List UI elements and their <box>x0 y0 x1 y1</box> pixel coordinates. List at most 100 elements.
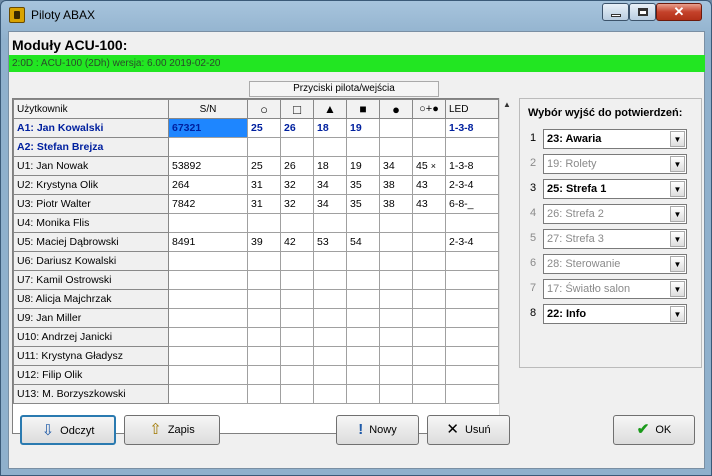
cell-led[interactable]: 6-8-_ <box>445 194 499 214</box>
col-header-triangle-icon[interactable]: ▲ <box>313 99 347 119</box>
ok-button[interactable]: ✔ OK <box>613 415 695 445</box>
cell-b1[interactable] <box>247 251 281 271</box>
cell-b5[interactable]: 34 <box>379 156 413 176</box>
cell-b2[interactable] <box>280 308 314 328</box>
cell-b3[interactable] <box>313 308 347 328</box>
cell-led[interactable] <box>445 384 499 404</box>
cell-b2[interactable] <box>280 213 314 233</box>
cell-b3[interactable] <box>313 365 347 385</box>
cell-led[interactable]: 1-3-8 <box>445 156 499 176</box>
cell-led[interactable] <box>445 327 499 347</box>
cell-b4[interactable]: 35 <box>346 194 380 214</box>
scroll-up-icon[interactable]: ▲ <box>502 100 512 110</box>
cell-user[interactable]: U3: Piotr Walter <box>13 194 169 214</box>
chevron-down-icon[interactable]: ▼ <box>670 231 685 247</box>
cell-b4[interactable]: 35 <box>346 175 380 195</box>
cell-led[interactable]: 1-3-8 <box>445 118 499 138</box>
table-row[interactable]: U12: Filip Olik <box>13 365 499 385</box>
cell-b2[interactable]: 32 <box>280 194 314 214</box>
cell-b4[interactable] <box>346 308 380 328</box>
cell-b6[interactable] <box>412 232 446 252</box>
cell-b3[interactable] <box>313 270 347 290</box>
col-header-circle-icon[interactable]: ○ <box>247 99 281 119</box>
cell-sn[interactable] <box>168 365 248 385</box>
cell-b1[interactable] <box>247 365 281 385</box>
col-header-sn[interactable]: S/N <box>168 99 248 119</box>
cell-b1[interactable] <box>247 270 281 290</box>
cell-sn[interactable]: 264 <box>168 175 248 195</box>
cell-b2[interactable] <box>280 137 314 157</box>
table-row[interactable]: U1: Jan Nowak 53892 25 26 18 19 34 45 × 1-3-8 <box>13 156 499 176</box>
cell-led[interactable]: 2-3-4 <box>445 232 499 252</box>
cell-b6[interactable] <box>412 213 446 233</box>
cell-user[interactable]: U2: Krystyna Olik <box>13 175 169 195</box>
table-row[interactable]: U6: Dariusz Kowalski <box>13 251 499 271</box>
cell-sn[interactable] <box>168 327 248 347</box>
cell-b5[interactable] <box>379 327 413 347</box>
cell-b1[interactable]: 25 <box>247 118 281 138</box>
table-row[interactable]: U13: M. Borzyszkowski <box>13 384 499 404</box>
cell-user[interactable]: U4: Monika Flis <box>13 213 169 233</box>
cell-sn[interactable] <box>168 270 248 290</box>
cell-led[interactable] <box>445 308 499 328</box>
cell-b3[interactable]: 18 <box>313 118 347 138</box>
cell-led[interactable] <box>445 365 499 385</box>
cell-user[interactable]: U8: Alicja Majchrzak <box>13 289 169 309</box>
cell-user[interactable]: U10: Andrzej Janicki <box>13 327 169 347</box>
cell-b4[interactable] <box>346 327 380 347</box>
cell-sn[interactable] <box>168 308 248 328</box>
cell-b5[interactable] <box>379 346 413 366</box>
cell-b2[interactable] <box>280 289 314 309</box>
cell-led[interactable] <box>445 289 499 309</box>
cell-b1[interactable] <box>247 346 281 366</box>
cell-b4[interactable]: 19 <box>346 156 380 176</box>
cell-user[interactable]: U11: Krystyna Gładysz <box>13 346 169 366</box>
cell-sn[interactable] <box>168 289 248 309</box>
cell-b6[interactable] <box>412 327 446 347</box>
cell-sn[interactable] <box>168 346 248 366</box>
cell-sn[interactable]: 67321 <box>168 118 248 138</box>
output-select[interactable]: 26: Strefa 2 ▼ <box>543 204 687 224</box>
cell-b2[interactable] <box>280 270 314 290</box>
cell-b5[interactable] <box>379 289 413 309</box>
chevron-down-icon[interactable]: ▼ <box>670 156 685 172</box>
cell-b3[interactable] <box>313 346 347 366</box>
output-select[interactable]: 23: Awaria ▼ <box>543 129 687 149</box>
cell-b1[interactable] <box>247 213 281 233</box>
cell-b6[interactable] <box>412 251 446 271</box>
cell-b5[interactable] <box>379 137 413 157</box>
col-header-filled-square-icon[interactable]: ■ <box>346 99 380 119</box>
table-row[interactable]: U8: Alicja Majchrzak <box>13 289 499 309</box>
cell-b3[interactable] <box>313 137 347 157</box>
table-row[interactable]: U4: Monika Flis <box>13 213 499 233</box>
title-bar[interactable]: Piloty ABAX ✕ <box>1 1 711 29</box>
read-button[interactable]: ⇩ Odczyt <box>20 415 116 445</box>
cell-b1[interactable]: 31 <box>247 175 281 195</box>
chevron-down-icon[interactable]: ▼ <box>670 256 685 272</box>
cell-b5[interactable] <box>379 251 413 271</box>
cell-sn[interactable] <box>168 384 248 404</box>
cell-b5[interactable] <box>379 365 413 385</box>
cell-b2[interactable] <box>280 346 314 366</box>
cell-led[interactable] <box>445 346 499 366</box>
col-header-square-icon[interactable]: □ <box>280 99 314 119</box>
cell-led[interactable] <box>445 251 499 271</box>
cell-b4[interactable] <box>346 270 380 290</box>
cell-b5[interactable] <box>379 118 413 138</box>
cell-b6[interactable]: 43 <box>412 194 446 214</box>
cell-b4[interactable] <box>346 346 380 366</box>
users-grid[interactable]: Użytkownik S/N ○ □ ▲ ■ ● ○+● LED A1: Jan… <box>12 98 513 434</box>
cell-sn[interactable]: 7842 <box>168 194 248 214</box>
cell-b4[interactable] <box>346 137 380 157</box>
output-select[interactable]: 27: Strefa 3 ▼ <box>543 229 687 249</box>
output-select[interactable]: 19: Rolety ▼ <box>543 154 687 174</box>
chevron-down-icon[interactable]: ▼ <box>670 306 685 322</box>
cell-b3[interactable]: 34 <box>313 194 347 214</box>
table-row[interactable]: U5: Maciej Dąbrowski 8491 39 42 53 54 2-3-4 <box>13 232 499 252</box>
write-button[interactable]: ⇧ Zapis <box>124 415 220 445</box>
cell-b6[interactable] <box>412 365 446 385</box>
output-select[interactable]: 17: Światło salon ▼ <box>543 279 687 299</box>
cell-b5[interactable] <box>379 213 413 233</box>
chevron-down-icon[interactable]: ▼ <box>670 281 685 297</box>
cell-b3[interactable]: 34 <box>313 175 347 195</box>
